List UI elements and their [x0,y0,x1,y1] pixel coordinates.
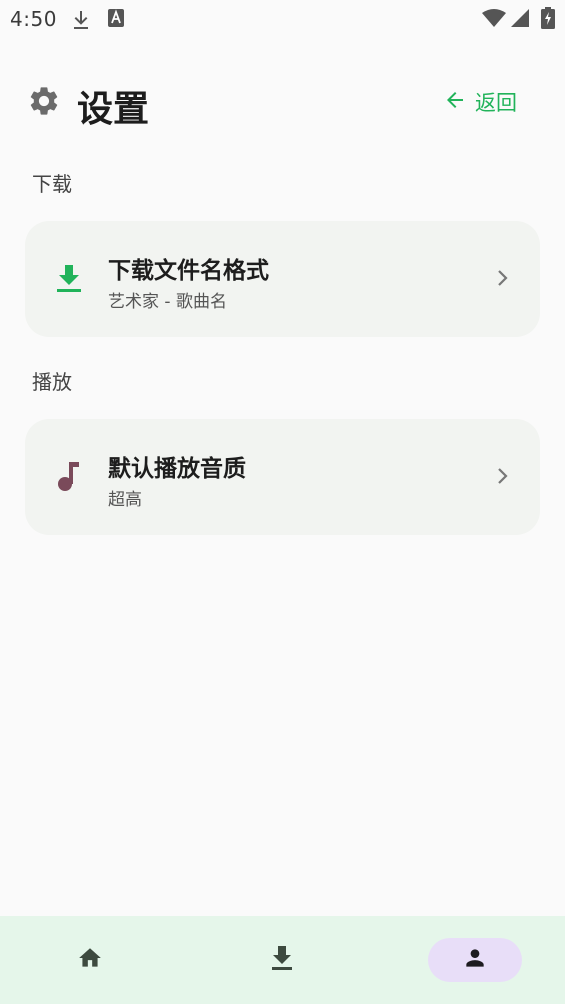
settings-screen: 4:50 设置 返回 下载 下载文件名格式 艺术家 - 歌曲名 播放 默认播放音… [0,0,565,1004]
page-title: 设置 [77,89,150,130]
chevron-right-icon [496,467,508,489]
bottom-navigation [0,916,565,1004]
back-button[interactable]: 返回 [443,87,517,117]
nav-profile[interactable] [428,938,522,982]
status-bar: 4:50 [0,0,565,40]
back-label: 返回 [475,91,517,115]
setting-title: 下载文件名格式 [108,258,269,284]
setting-title: 默认播放音质 [108,456,246,482]
nav-home[interactable] [43,938,137,982]
wifi-icon [481,8,507,32]
setting-item-filename-format[interactable]: 下载文件名格式 艺术家 - 歌曲名 [25,221,540,337]
setting-item-default-quality[interactable]: 默认播放音质 超高 [25,419,540,535]
person-icon [462,945,488,975]
download-icon [270,945,294,975]
home-icon [76,945,104,975]
a-icon [108,9,124,31]
setting-value: 艺术家 - 歌曲名 [108,292,227,312]
download-icon [55,263,83,297]
chevron-right-icon [496,269,508,291]
music-note-icon [55,461,83,497]
arrow-left-icon [443,88,467,116]
setting-value: 超高 [108,490,142,510]
status-time: 4:50 [10,7,57,31]
nav-downloads[interactable] [235,938,329,982]
section-header-play: 播放 [32,370,72,394]
download-icon [72,9,90,35]
section-header-download: 下载 [32,172,72,196]
gear-icon [27,84,61,122]
battery-icon [541,7,555,33]
signal-icon [510,8,530,32]
